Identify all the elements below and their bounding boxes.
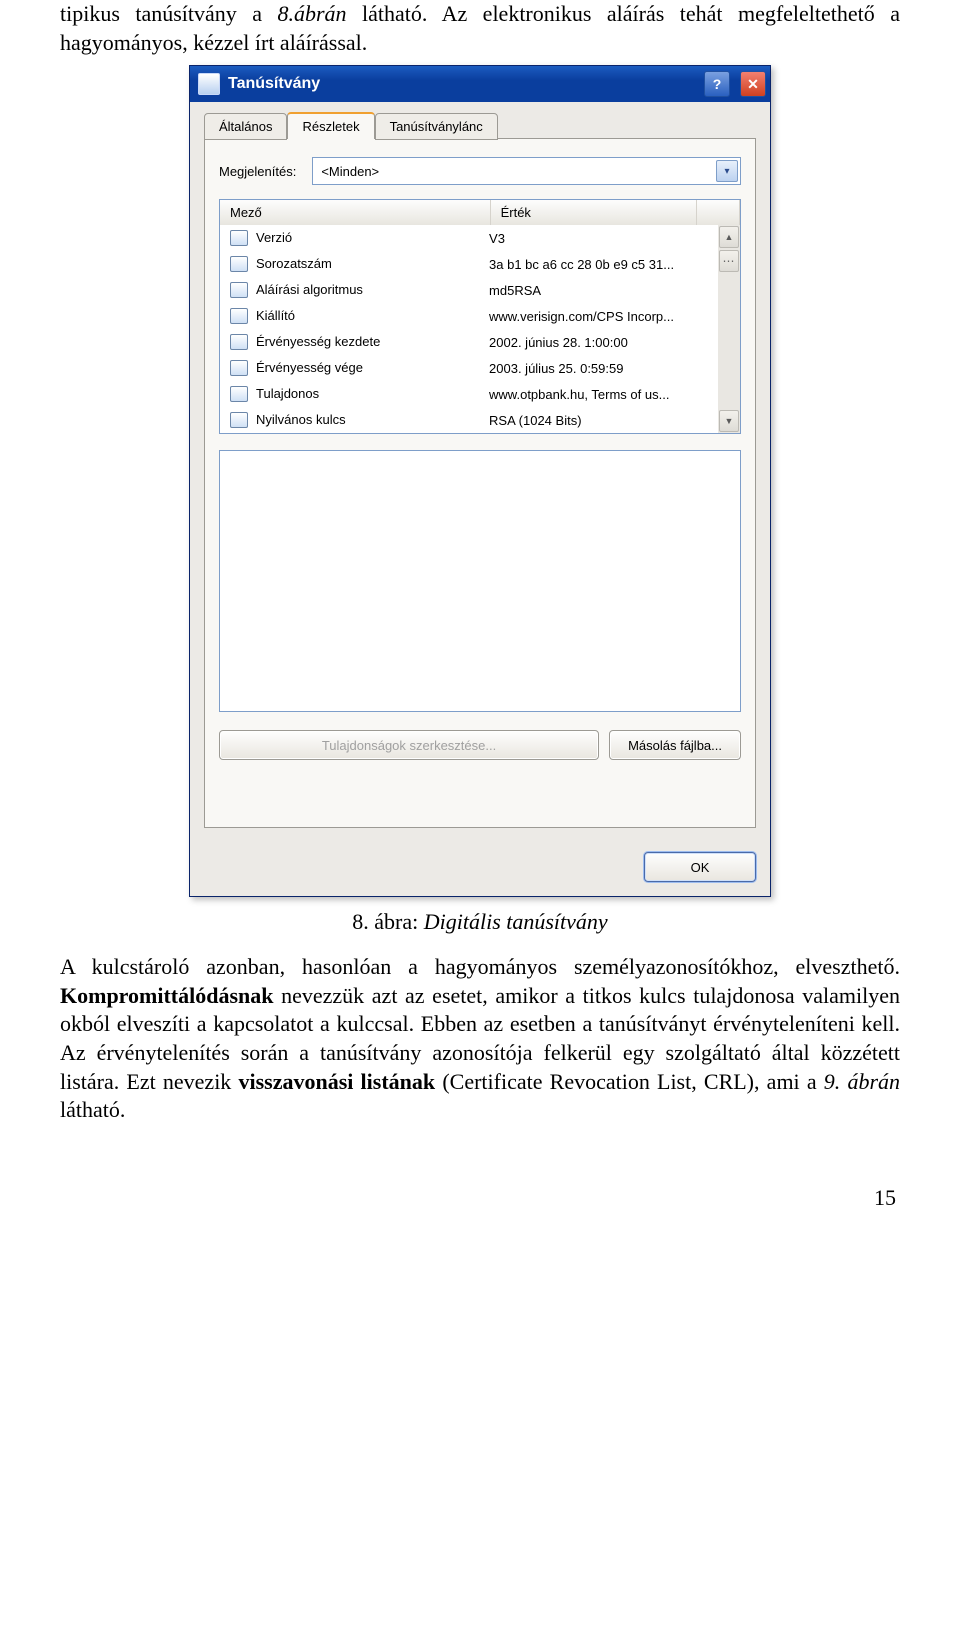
field-cell: Tulajdonos: [220, 386, 479, 403]
field-icon: [230, 230, 248, 246]
figure-caption: 8. ábra: Digitális tanúsítvány: [60, 909, 900, 935]
tab-details[interactable]: Részletek: [287, 112, 374, 139]
scroll-up-icon[interactable]: ▲: [719, 226, 739, 248]
field-icon: [230, 360, 248, 376]
field-cell: Kiállító: [220, 308, 479, 325]
ok-button[interactable]: OK: [644, 852, 756, 882]
value-cell: 2003. július 25. 0:59:59: [479, 361, 718, 376]
help-button[interactable]: ?: [704, 71, 730, 97]
table-row[interactable]: Nyilvános kulcsRSA (1024 Bits): [220, 407, 718, 433]
fields-table: Mező Érték VerzióV3Sorozatszám3a b1 bc a…: [219, 199, 741, 434]
body-paragraph: A kulcstároló azonban, hasonlóan a hagyo…: [60, 953, 900, 1125]
value-cell: www.otpbank.hu, Terms of us...: [479, 387, 718, 402]
table-row[interactable]: Érvényesség vége2003. július 25. 0:59:59: [220, 355, 718, 381]
copy-to-file-button[interactable]: Másolás fájlba...: [609, 730, 741, 760]
scrollbar[interactable]: ▲ ⋯ ▼: [718, 225, 740, 433]
field-icon: [230, 386, 248, 402]
scroll-down-icon[interactable]: ▼: [719, 410, 739, 432]
value-cell: md5RSA: [479, 283, 718, 298]
titlebar: Tanúsítvány ? ✕: [190, 66, 770, 102]
certificate-icon: [198, 73, 220, 95]
intro-paragraph: tipikus tanúsítvány a 8.ábrán látható. A…: [60, 0, 900, 57]
field-cell: Verzió: [220, 230, 479, 247]
field-cell: Érvényesség vége: [220, 360, 479, 377]
value-cell: RSA (1024 Bits): [479, 413, 718, 428]
certificate-dialog: Tanúsítvány ? ✕ Általános Részletek Tanú…: [189, 65, 771, 897]
display-label: Megjelenítés:: [219, 164, 296, 179]
field-icon: [230, 334, 248, 350]
table-row[interactable]: Aláírási algoritmusmd5RSA: [220, 277, 718, 303]
dialog-figure: Tanúsítvány ? ✕ Általános Részletek Tanú…: [60, 65, 900, 897]
table-row[interactable]: Tulajdonoswww.otpbank.hu, Terms of us...: [220, 381, 718, 407]
table-row[interactable]: Érvényesség kezdete2002. június 28. 1:00…: [220, 329, 718, 355]
value-cell: www.verisign.com/CPS Incorp...: [479, 309, 718, 324]
value-cell: V3: [479, 231, 718, 246]
field-icon: [230, 308, 248, 324]
field-cell: Aláírási algoritmus: [220, 282, 479, 299]
value-cell: 3a b1 bc a6 cc 28 0b e9 c5 31...: [479, 257, 718, 272]
field-icon: [230, 256, 248, 272]
table-row[interactable]: VerzióV3: [220, 225, 718, 251]
field-icon: [230, 282, 248, 298]
detail-textbox: [219, 450, 741, 712]
window-title: Tanúsítvány: [228, 75, 694, 93]
field-cell: Nyilvános kulcs: [220, 412, 479, 429]
table-row[interactable]: Sorozatszám3a b1 bc a6 cc 28 0b e9 c5 31…: [220, 251, 718, 277]
scroll-thumb[interactable]: ⋯: [719, 250, 739, 272]
field-icon: [230, 412, 248, 428]
col-header-field[interactable]: Mező: [220, 200, 491, 225]
chevron-down-icon: ▾: [716, 160, 738, 182]
field-cell: Érvényesség kezdete: [220, 334, 479, 351]
value-cell: 2002. június 28. 1:00:00: [479, 335, 718, 350]
close-button[interactable]: ✕: [740, 71, 766, 97]
field-cell: Sorozatszám: [220, 256, 479, 273]
display-select-value: <Minden>: [321, 164, 379, 179]
col-header-value[interactable]: Érték: [491, 200, 697, 225]
edit-properties-button: Tulajdonságok szerkesztése...: [219, 730, 599, 760]
table-row[interactable]: Kiállítówww.verisign.com/CPS Incorp...: [220, 303, 718, 329]
tabs: Általános Részletek Tanúsítványlánc: [204, 112, 756, 139]
tab-certpath[interactable]: Tanúsítványlánc: [375, 113, 498, 140]
display-select[interactable]: <Minden> ▾: [312, 157, 741, 185]
page-number: 15: [60, 1185, 900, 1211]
tab-general[interactable]: Általános: [204, 113, 287, 140]
tab-pane: Megjelenítés: <Minden> ▾ Mező Érték: [204, 138, 756, 828]
